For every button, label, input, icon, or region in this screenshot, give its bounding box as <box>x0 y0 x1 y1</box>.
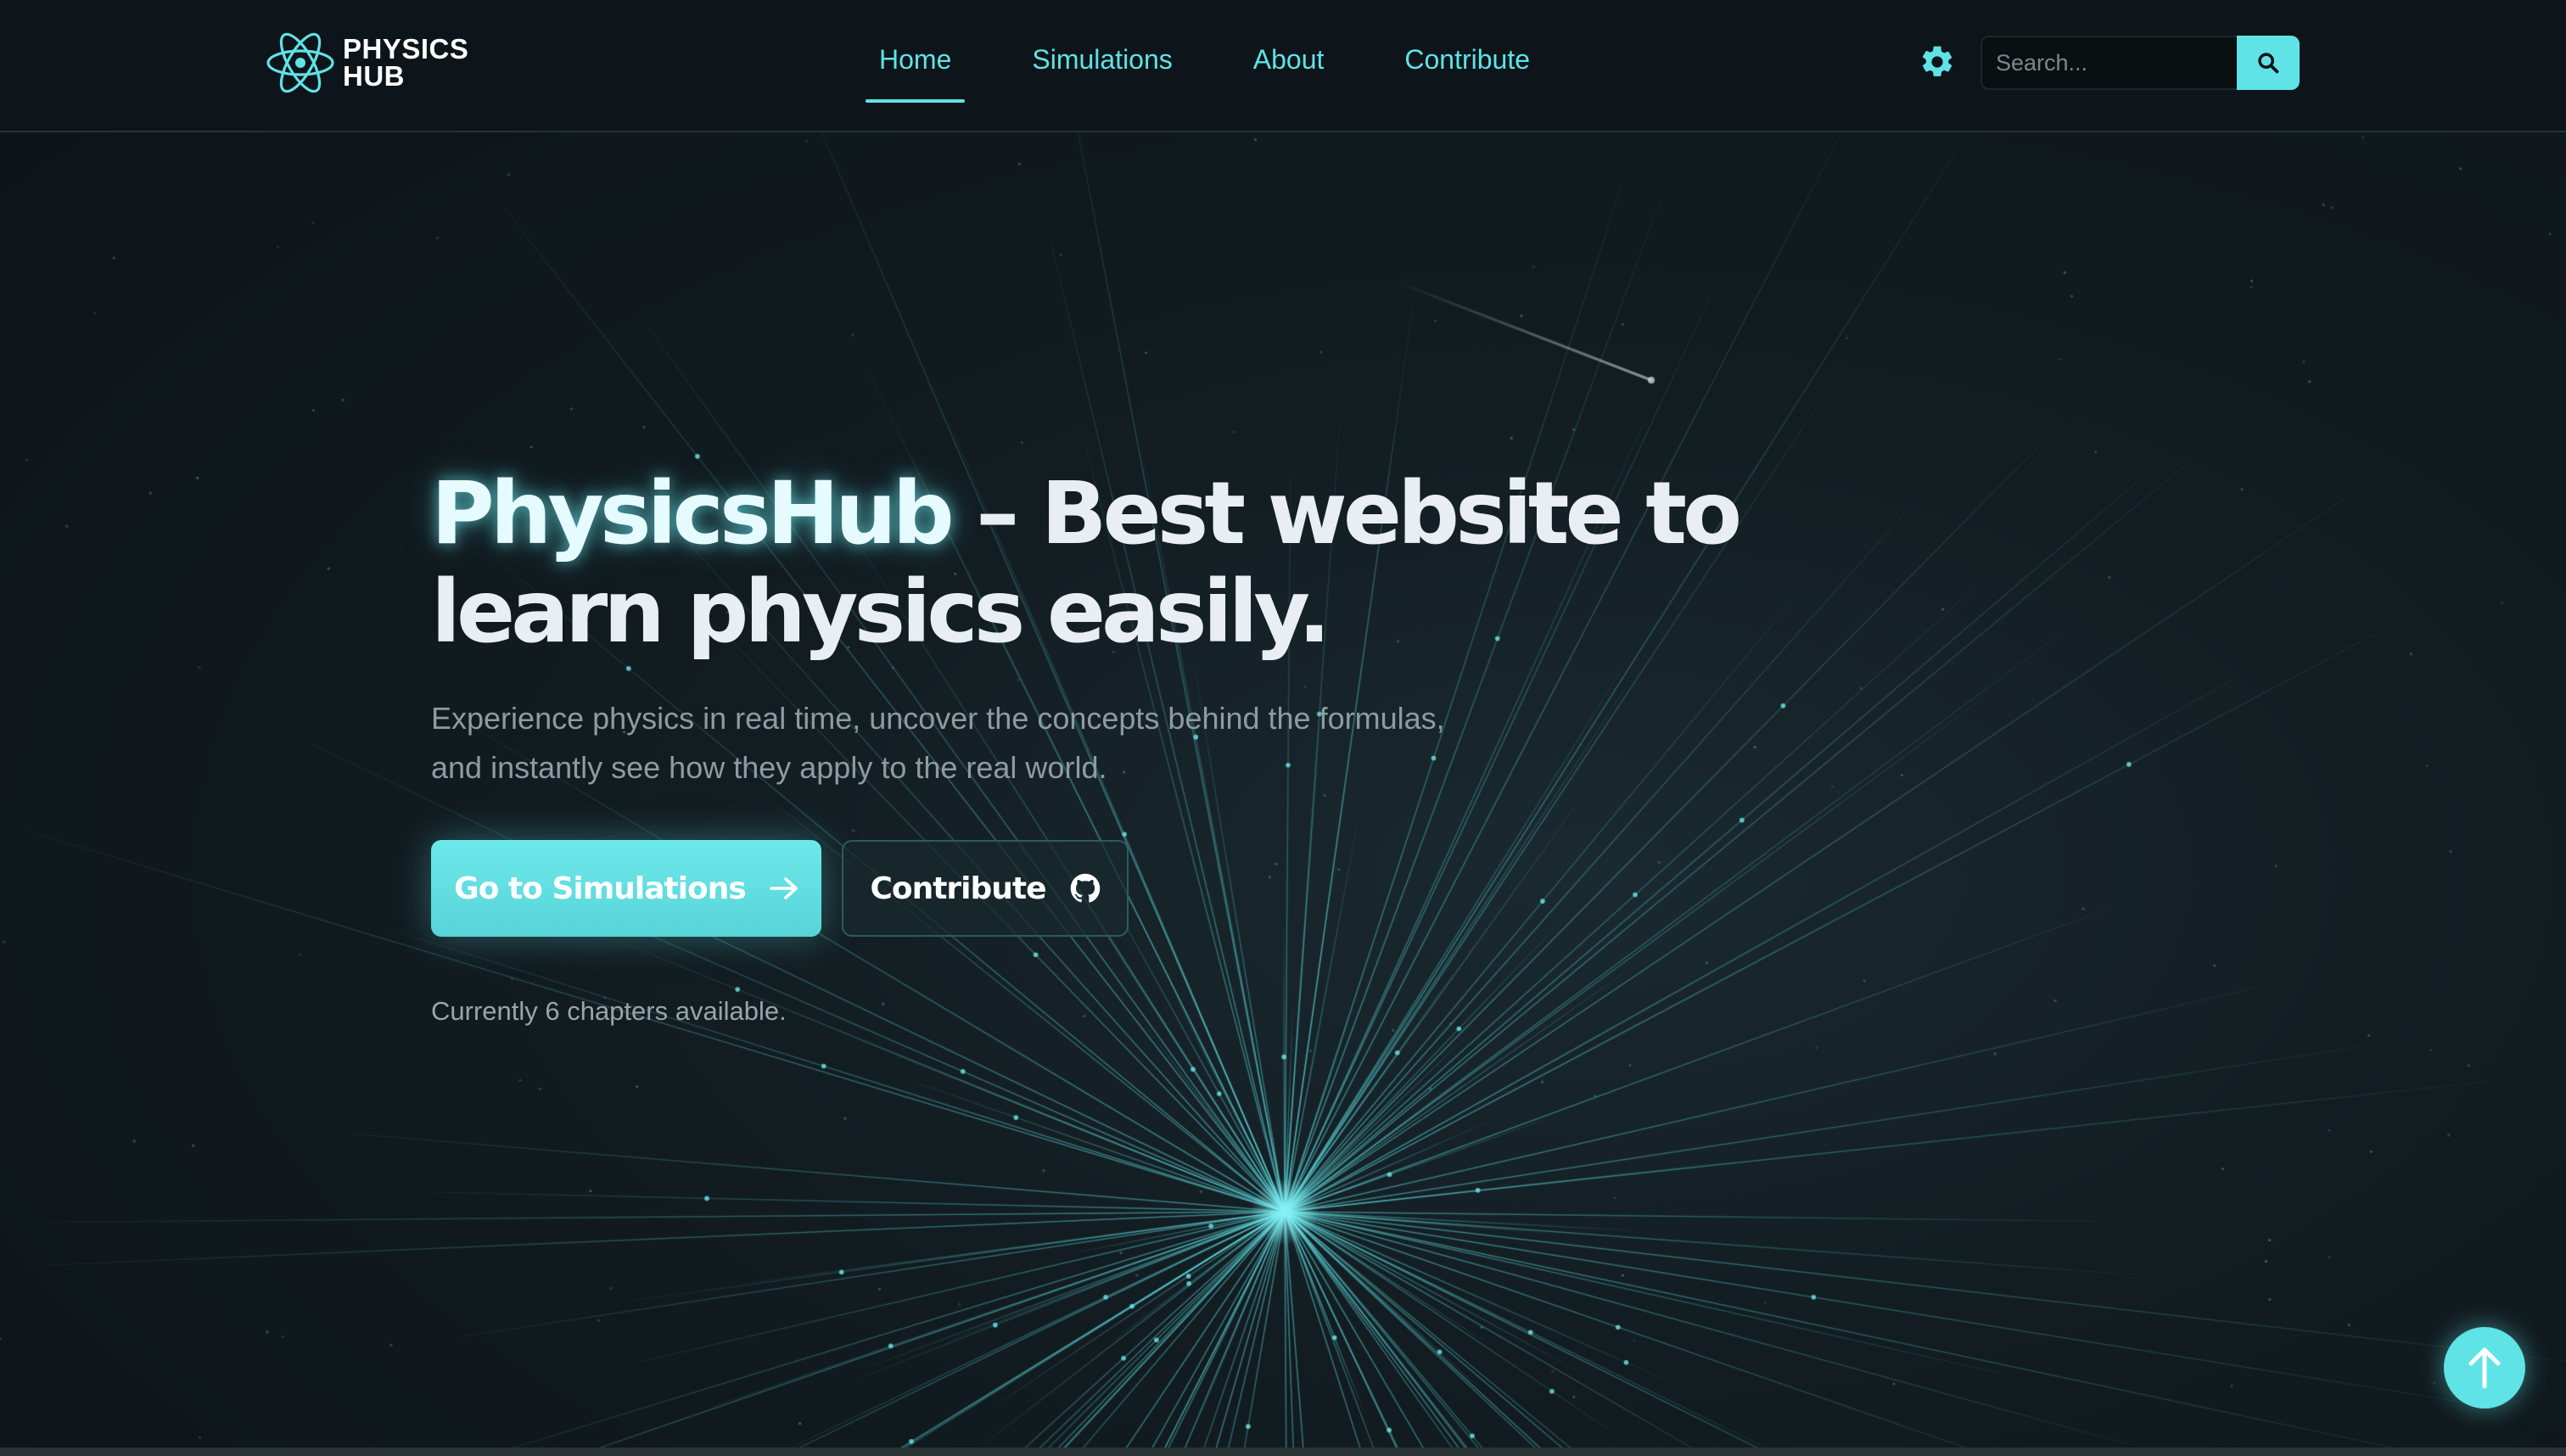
page: PHYSICS HUB Home Simulations About Contr… <box>0 0 2566 1456</box>
arrow-up-icon <box>2468 1347 2501 1389</box>
github-icon <box>1070 873 1101 904</box>
go-to-simulations-label: Go to Simulations <box>454 871 747 906</box>
logo-wordmark: PHYSICS HUB <box>343 33 469 92</box>
settings-button[interactable] <box>1916 41 1958 83</box>
chapters-count-note: Currently 6 chapters available. <box>431 996 787 1026</box>
atom-icon <box>266 32 334 93</box>
logo-line-1: PHYSICS <box>343 33 469 64</box>
search-bar <box>1981 36 2300 90</box>
search-input[interactable] <box>1981 36 2237 90</box>
site-logo[interactable]: PHYSICS HUB <box>265 22 468 104</box>
contribute-label: Contribute <box>870 871 1046 906</box>
gear-icon <box>1922 46 1953 76</box>
nav-item-contribute[interactable]: Contribute <box>1391 37 1544 82</box>
logo-line-2: HUB <box>343 60 405 92</box>
scroll-to-top-button[interactable] <box>2444 1327 2525 1408</box>
nav-item-about[interactable]: About <box>1240 37 1338 82</box>
contribute-button[interactable]: Contribute <box>842 840 1129 937</box>
hero-section: PhysicsHub – Best website to learn physi… <box>431 465 1958 1027</box>
hero-title: PhysicsHub – Best website to learn physi… <box>431 465 1958 662</box>
window-bottom-edge <box>0 1448 2566 1456</box>
search-button[interactable] <box>2237 36 2300 90</box>
top-navbar: PHYSICS HUB Home Simulations About Contr… <box>0 0 2566 132</box>
go-to-simulations-button[interactable]: Go to Simulations <box>431 840 821 937</box>
arrow-right-icon <box>770 876 798 900</box>
search-icon <box>2258 53 2279 74</box>
hero-subtitle: Experience physics in real time, uncover… <box>431 701 1445 785</box>
nav-item-simulations[interactable]: Simulations <box>1018 37 1185 82</box>
hero-actions: Go to Simulations Contribute <box>431 840 1958 937</box>
hero-title-brand: PhysicsHub <box>431 463 955 564</box>
main-nav: Home Simulations About Contribute <box>866 37 1597 103</box>
nav-item-home[interactable]: Home <box>866 37 966 103</box>
